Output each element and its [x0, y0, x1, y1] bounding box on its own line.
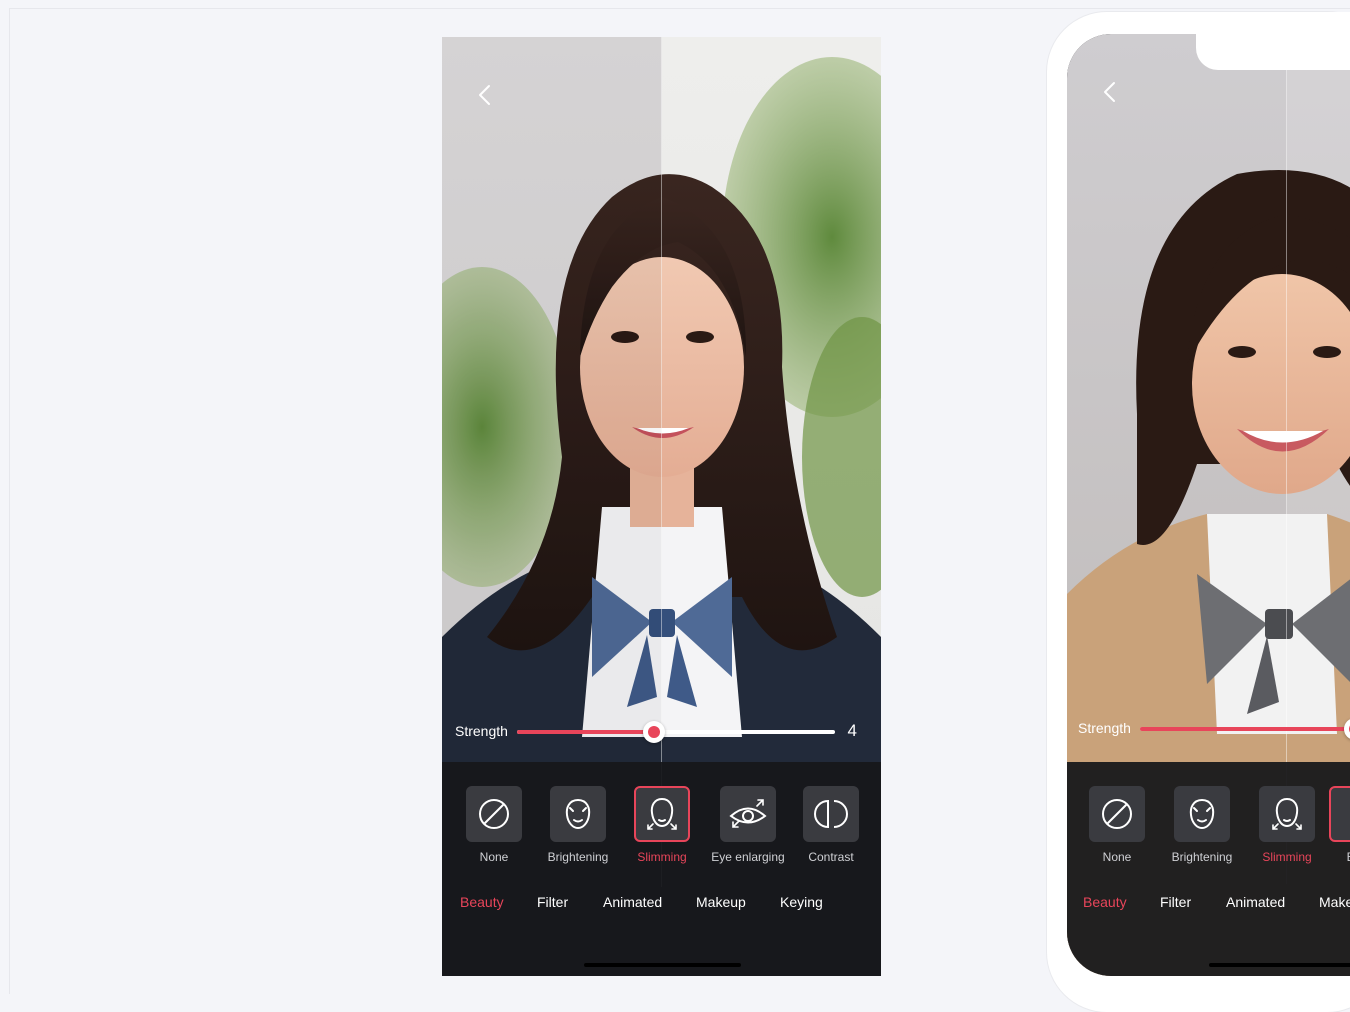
beauty-panel-2: None Brightening Slimming Eye Beauty F [1067, 762, 1350, 976]
tool-contrast[interactable]: Contrast [789, 786, 873, 864]
tool-brightening[interactable]: Brightening [536, 786, 620, 864]
tool-brightening-label: Brightening [547, 850, 609, 864]
tool-slimming[interactable]: Slimming [620, 786, 704, 864]
tab-animated-2[interactable]: Animated [1226, 894, 1285, 910]
home-indicator [584, 963, 741, 967]
strength-slider-fill [517, 730, 654, 734]
none-icon-box [466, 786, 522, 842]
strength-row: Strength 4 [442, 717, 881, 747]
tool-list: None Brightening Slimming Eye enlarging [442, 786, 881, 864]
tool-eye-enlarging-label: Eye enlarging [711, 850, 785, 864]
home-indicator-2 [1209, 963, 1350, 967]
category-tabs-2: Beauty Filter Animated Make [1067, 894, 1350, 914]
strength-row-2: Strength [1067, 714, 1350, 744]
brightening-icon-box-2 [1174, 786, 1230, 842]
comparison-divider-2[interactable] [1286, 34, 1287, 884]
phone-screen-2: Strength None Brightening Slimming Beaut… [1067, 34, 1350, 976]
contrast-icon-box [803, 786, 859, 842]
tool-list-2: None Brightening Slimming Eye [1067, 786, 1350, 864]
strength-slider-2[interactable] [1140, 718, 1350, 740]
strength-slider[interactable] [517, 721, 835, 743]
eye-enlarging-icon [729, 799, 767, 828]
chevron-left-icon [1104, 82, 1115, 102]
beauty-panel: None Brightening Slimming Eye enlarging [442, 762, 881, 976]
contrast-icon [814, 799, 848, 829]
tool-none-label: None [479, 850, 509, 864]
back-button-2[interactable] [1097, 78, 1125, 106]
comparison-divider[interactable] [661, 37, 662, 887]
strength-slider-thumb[interactable] [643, 721, 665, 743]
tab-beauty-2[interactable]: Beauty [1083, 894, 1127, 910]
none-icon [1102, 799, 1132, 829]
phone-screen-1: Strength 4 None Brightening Slimming Eye… [442, 37, 881, 976]
tab-makeup-2[interactable]: Make [1319, 894, 1350, 910]
face-slimming-icon [647, 797, 677, 830]
none-icon-box-2 [1089, 786, 1145, 842]
phone-notch [1196, 12, 1350, 70]
slimming-icon-box-2 [1259, 786, 1315, 842]
eye-enlarging-icon-box [720, 786, 776, 842]
strength-label-2: Strength [1078, 720, 1131, 736]
back-button[interactable] [472, 81, 500, 109]
tool-eye-enlarging[interactable]: Eye enlarging [706, 786, 790, 864]
strength-slider-fill-2 [1140, 727, 1350, 731]
face-slimming-icon [1272, 797, 1302, 830]
face-brightening-icon [1189, 798, 1215, 830]
tab-keying[interactable]: Keying [780, 894, 823, 910]
none-icon [479, 799, 509, 829]
tool-brightening-2[interactable]: Brightening [1160, 786, 1244, 864]
tab-filter[interactable]: Filter [537, 894, 568, 910]
tool-eye-label-2: Eye [1315, 850, 1350, 864]
category-tabs: Beauty Filter Animated Makeup Keying [442, 894, 881, 914]
tool-contrast-label: Contrast [808, 850, 854, 864]
strength-slider-thumb-2[interactable] [1344, 718, 1350, 740]
chevron-left-icon [479, 85, 490, 105]
face-brightening-icon [565, 798, 591, 830]
tool-brightening-label-2: Brightening [1171, 850, 1233, 864]
tab-filter-2[interactable]: Filter [1160, 894, 1191, 910]
tab-beauty[interactable]: Beauty [460, 894, 504, 910]
strength-label: Strength [455, 723, 508, 739]
slimming-icon-box [634, 786, 690, 842]
eye-enlarging-icon-box-2 [1329, 786, 1350, 842]
strength-value: 4 [847, 721, 857, 740]
tool-slimming-label: Slimming [637, 850, 687, 864]
tool-none-2[interactable]: None [1075, 786, 1159, 864]
tool-none-label-2: None [1102, 850, 1132, 864]
tool-eye-enlarging-2[interactable]: Eye [1315, 786, 1350, 864]
tab-animated[interactable]: Animated [603, 894, 662, 910]
brightening-icon-box [550, 786, 606, 842]
tool-none[interactable]: None [452, 786, 536, 864]
tab-makeup[interactable]: Makeup [696, 894, 746, 910]
